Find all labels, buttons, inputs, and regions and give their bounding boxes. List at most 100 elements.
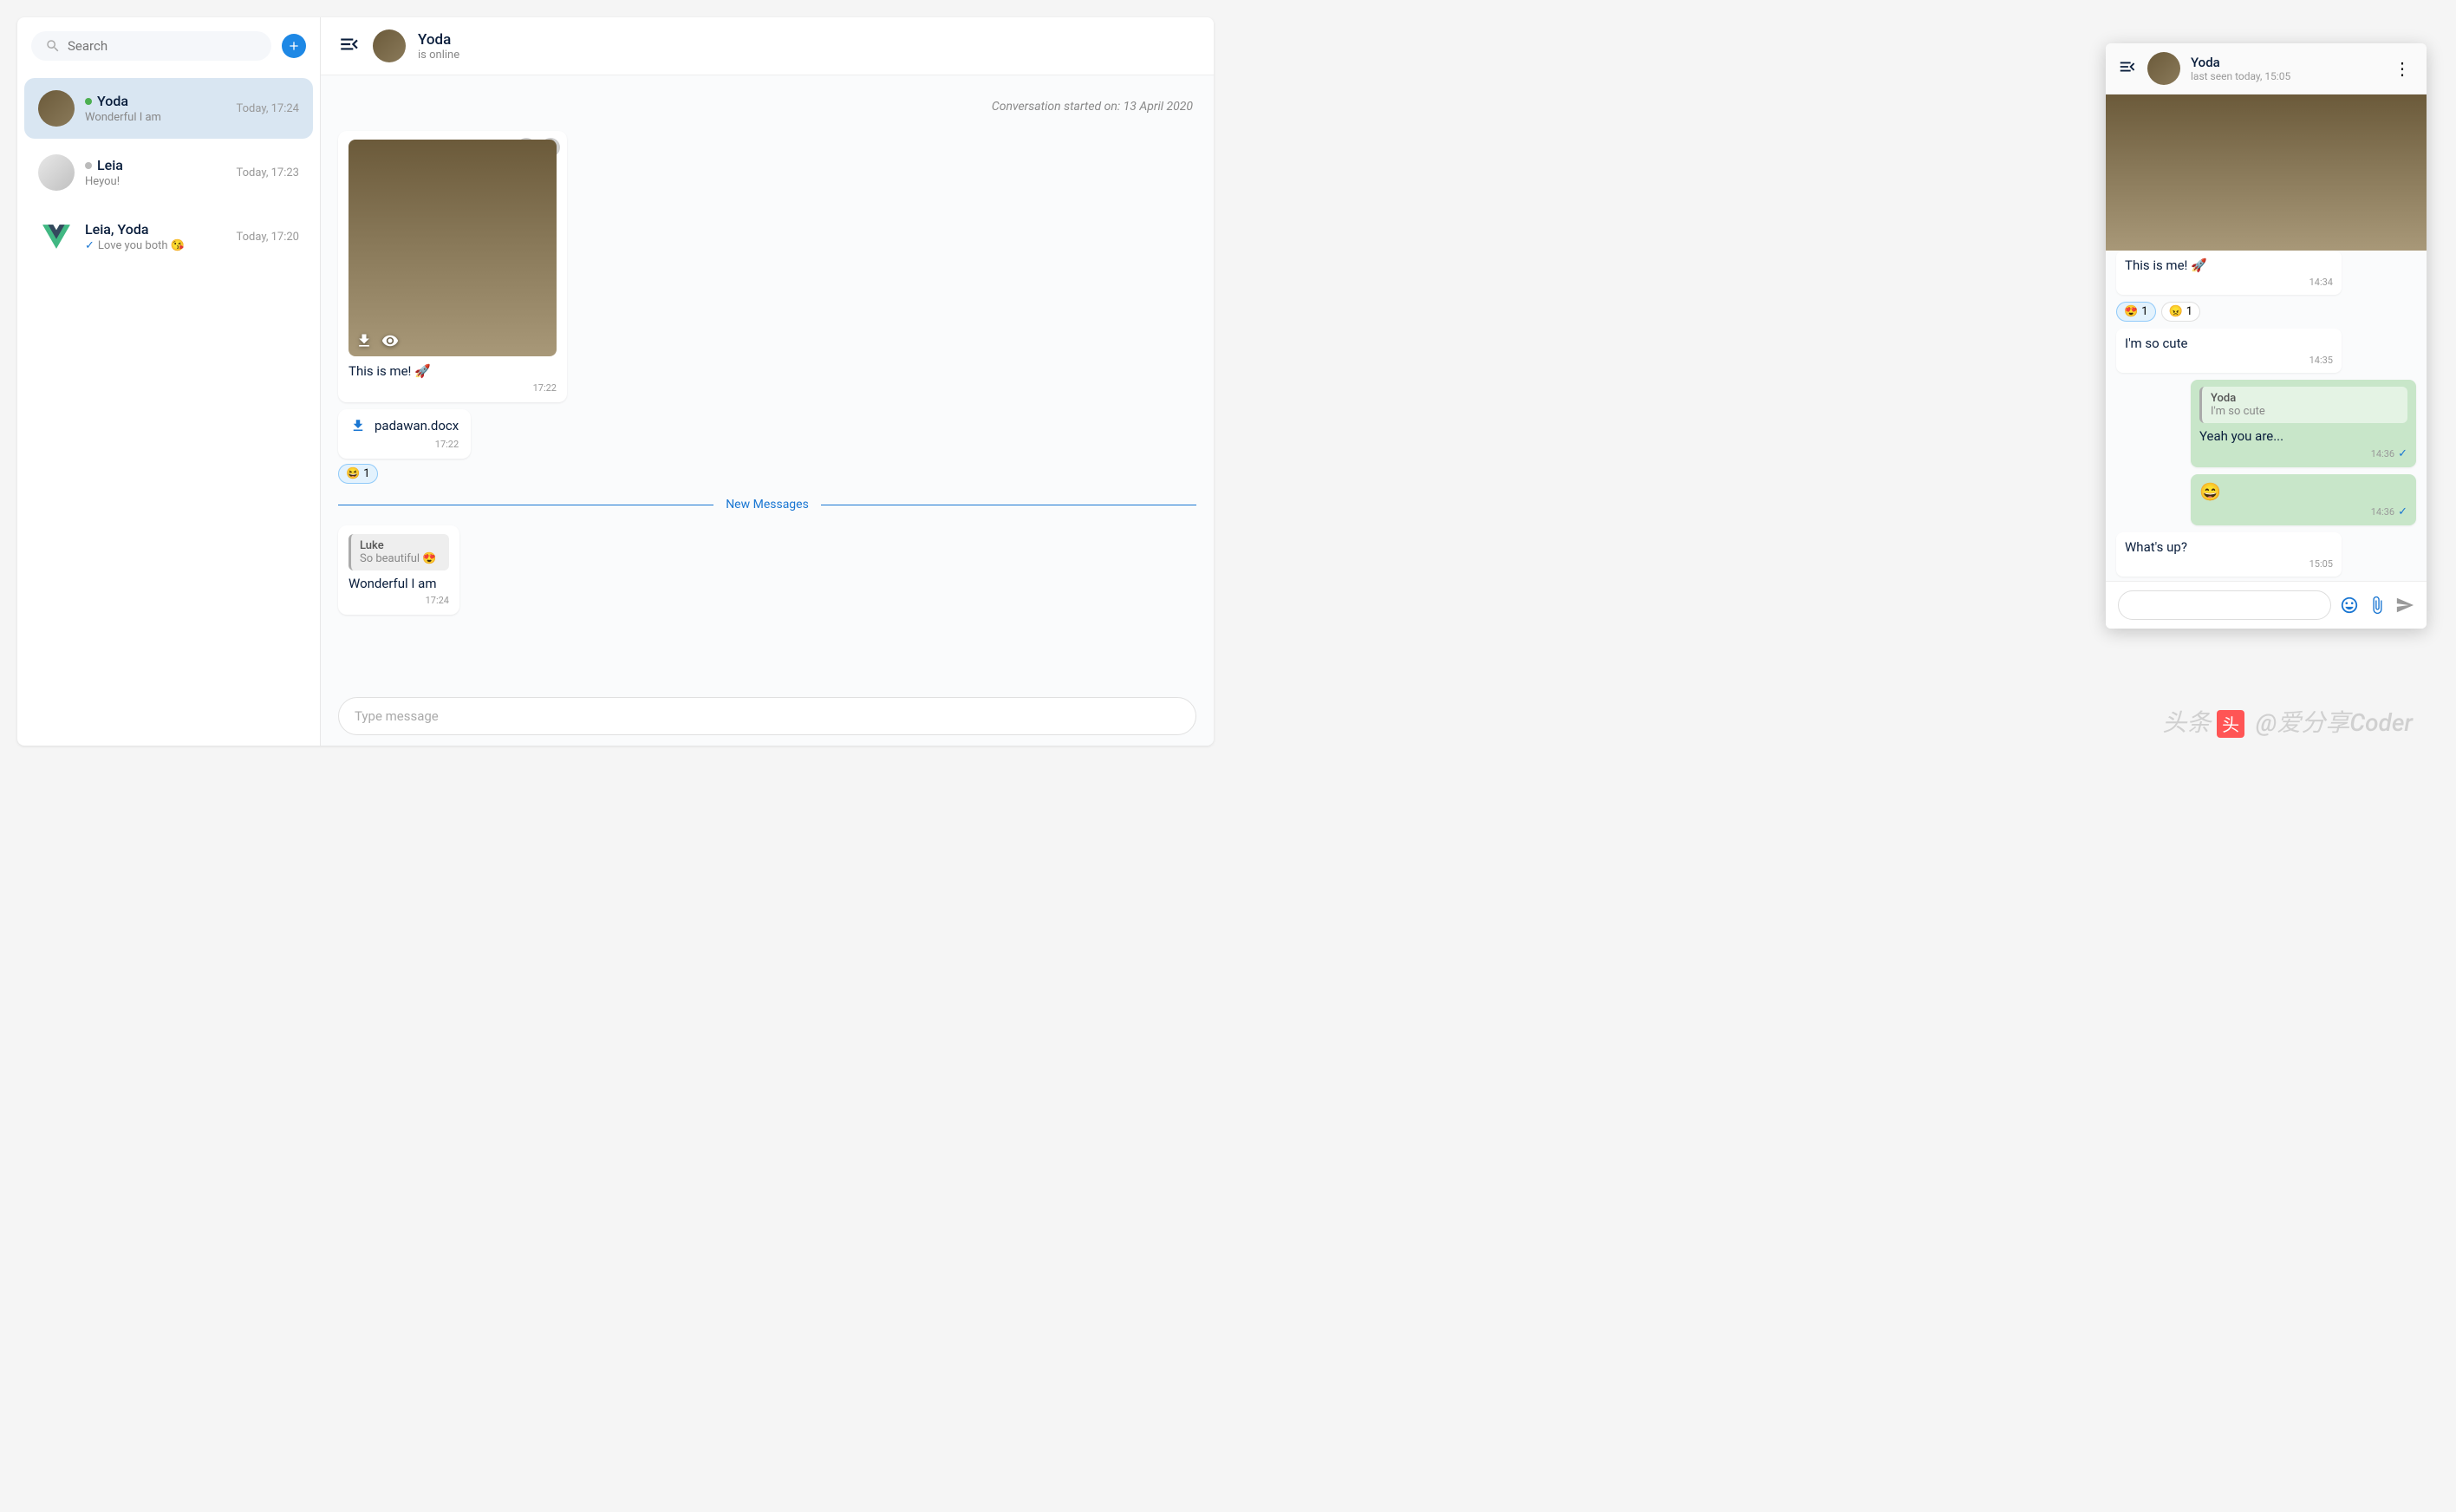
chat-header-info: Yoda is online [418,31,459,62]
message-file: padawan.docx 17:22 😆 1 [338,409,1196,484]
avatar [38,218,75,255]
back-icon [338,33,361,55]
reply-preview: Yoda I'm so cute [2199,387,2407,423]
reply-name-label: Luke [360,539,440,552]
message-bubble: Luke So beautiful 😍 Wonderful I am 17:24 [338,525,1196,615]
floating-status-label: last seen today, 15:05 [2191,70,2290,82]
reply-preview: Luke So beautiful 😍 [349,534,449,570]
message-bubble: 😄 14:36 ✓ [2191,474,2416,525]
room-name-label: Yoda [97,93,128,109]
reply-text-label: I'm so cute [2211,405,2399,418]
message-bubble: This is me! 🚀 14:34 [2116,251,2342,295]
room-info: Leia, Yoda ✓ Love you both 😘️ [85,221,226,252]
plus-icon [287,39,301,53]
date-divider-label: Conversation started on: 13 April 2020 [338,93,1196,131]
attachment-icon[interactable] [2368,596,2387,615]
watermark: 头条 头 @爱分享Coder [2162,704,2413,739]
new-messages-divider: New Messages [338,498,1196,512]
more-menu-button[interactable]: ⋮ [2390,58,2414,79]
room-time-label: Today, 17:24 [237,102,299,115]
message-text: I'm so cute [2125,336,2333,351]
message-input[interactable] [2118,590,2331,620]
room-time-label: Today, 17:20 [237,231,299,244]
room-last-label: Love you both 😘️ [98,239,185,252]
reaction-chip[interactable]: 😆 1 [338,464,378,484]
search-icon [45,38,61,54]
check-icon: ✓ [85,239,94,252]
status-dot-offline [85,162,92,169]
floating-composer [2106,581,2427,629]
back-button[interactable] [338,33,361,59]
chat-header: Yoda is online [321,17,1214,75]
send-icon[interactable] [2395,596,2414,615]
check-icon: ✓ [2398,505,2407,518]
floating-chat-window: Yoda last seen today, 15:05 ⋮ This is me… [2106,43,2427,629]
file-name-label[interactable]: padawan.docx [375,418,459,433]
message-input[interactable]: Type message [338,697,1196,735]
chat-app: Yoda Wonderful I am Today, 17:24 Leia He… [17,17,1214,746]
floating-header: Yoda last seen today, 15:05 ⋮ [2106,43,2427,94]
message-bubble: What's up? 15:05 [2116,532,2342,577]
message-text: What's up? [2125,539,2333,555]
search-box[interactable] [31,31,271,61]
search-input[interactable] [68,38,257,54]
chat-status-label: is online [418,49,459,62]
avatar [373,29,406,62]
message-time: 17:22 [349,382,557,394]
room-info: Leia Heyou! [85,157,226,188]
sidebar: Yoda Wonderful I am Today, 17:24 Leia He… [17,17,321,746]
message-text: This is me! 🚀 [349,363,557,379]
avatar [38,90,75,127]
room-name-label: Leia [97,157,123,173]
check-icon: ✓ [2398,447,2407,460]
download-icon[interactable] [350,418,366,433]
message-image[interactable] [2106,94,2427,251]
message-bubble: I'm so cute 14:35 [2116,329,2342,373]
reply-text-label: So beautiful 😍 [360,552,440,565]
floating-header-info: Yoda last seen today, 15:05 [2191,55,2290,82]
room-name-label: Leia, Yoda [85,221,148,238]
message-time: 14:34 [2125,277,2333,288]
message-time: 15:05 [2125,558,2333,570]
message-time: 17:24 [349,595,449,606]
message-text: This is me! 🚀 [2125,257,2333,273]
composer: Type message [321,687,1214,746]
avatar [2147,52,2180,85]
floating-messages: This is me! 🚀 14:34 😍1 😠1 I'm so cute 14… [2106,94,2427,581]
message-time: 14:36 [2371,506,2394,518]
download-icon[interactable] [355,332,373,349]
message-text: Yeah you are... [2199,428,2407,444]
status-dot-online [85,98,92,105]
message-emoji: 😄 [2199,481,2407,502]
toutiao-icon: 头 [2217,710,2244,738]
vue-icon [42,223,70,251]
message-time: 17:22 [350,439,459,450]
chat-panel: Yoda is online Conversation started on: … [321,17,1214,746]
message-bubble: ☺ This is me! 🚀 17:22 [338,131,1196,402]
room-time-label: Today, 17:23 [237,166,299,179]
message-text: Wonderful I am [349,576,449,591]
message-image[interactable] [349,140,557,356]
reply-name-label: Yoda [2211,392,2399,405]
eye-icon[interactable] [381,332,399,349]
message-bubble: Yoda I'm so cute Yeah you are... 14:36 ✓ [2191,380,2416,467]
reaction-chip[interactable]: 😠1 [2161,302,2201,322]
message-time: 14:35 [2125,355,2333,366]
message-time: 14:36 [2371,448,2394,459]
rooms-list: Yoda Wonderful I am Today, 17:24 Leia He… [17,75,320,746]
back-icon [2118,57,2137,76]
room-last-label: Heyou! [85,175,226,188]
room-item-group[interactable]: Leia, Yoda ✓ Love you both 😘️ Today, 17:2… [24,206,313,267]
chat-title-label: Yoda [418,31,459,49]
room-item-leia[interactable]: Leia Heyou! Today, 17:23 [24,142,313,203]
room-item-yoda[interactable]: Yoda Wonderful I am Today, 17:24 [24,78,313,139]
emoji-icon[interactable] [2340,596,2359,615]
back-button[interactable] [2118,57,2137,80]
reaction-chip[interactable]: 😍1 [2116,302,2156,322]
avatar [38,154,75,191]
room-info: Yoda Wonderful I am [85,93,226,124]
room-last-label: Wonderful I am [85,111,226,124]
messages-area: Conversation started on: 13 April 2020 ☺… [321,75,1214,687]
floating-title-label: Yoda [2191,55,2290,70]
add-room-button[interactable] [282,34,306,58]
